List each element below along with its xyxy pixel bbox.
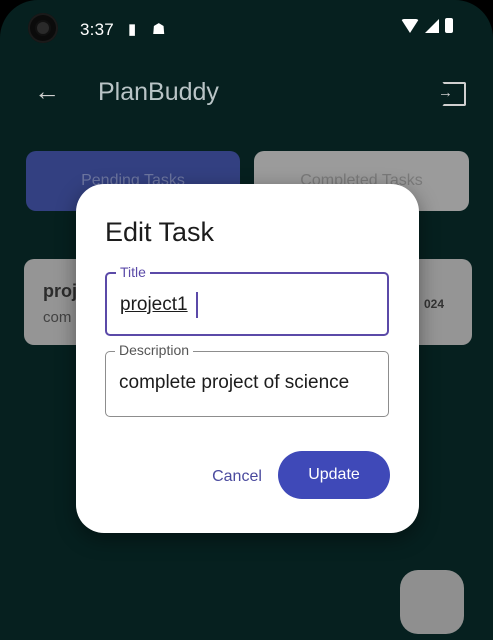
description-input[interactable]: complete project of science bbox=[119, 372, 349, 394]
wifi-icon bbox=[401, 18, 419, 33]
app-screen: 3:37 ▮ ☗ ← PlanBuddy → Pending Tasks Com… bbox=[0, 0, 493, 640]
dialog-title: Edit Task bbox=[105, 217, 215, 247]
title-input[interactable]: project1 bbox=[120, 294, 188, 316]
status-time: 3:37 bbox=[80, 20, 114, 39]
status-indicators bbox=[401, 18, 453, 33]
title-field[interactable]: Title project1 bbox=[105, 264, 389, 336]
status-bar: 3:37 ▮ ☗ bbox=[0, 0, 493, 60]
update-button[interactable]: Update bbox=[278, 451, 390, 499]
task-title: proj bbox=[43, 281, 77, 301]
task-date: 024 bbox=[423, 297, 444, 311]
text-cursor bbox=[196, 292, 198, 318]
sim-card-icon: ▮ bbox=[128, 21, 137, 38]
app-bar: ← PlanBuddy → bbox=[0, 64, 493, 124]
front-camera bbox=[28, 13, 58, 43]
app-title: PlanBuddy bbox=[98, 78, 219, 106]
description-field[interactable]: Description complete project of science bbox=[105, 342, 389, 417]
signal-icon bbox=[425, 18, 439, 33]
battery-icon bbox=[445, 18, 453, 33]
arrow-left-icon[interactable]: ← bbox=[34, 76, 60, 107]
debug-icon: ☗ bbox=[152, 21, 166, 38]
title-field-label: Title bbox=[116, 264, 150, 280]
edit-task-dialog: Edit Task Title project1 Description com… bbox=[76, 184, 419, 533]
logout-icon[interactable]: → bbox=[438, 82, 466, 106]
task-description: com bbox=[43, 309, 72, 326]
description-field-label: Description bbox=[115, 342, 194, 358]
add-task-button[interactable] bbox=[400, 570, 464, 634]
cancel-button[interactable]: Cancel bbox=[190, 459, 284, 495]
